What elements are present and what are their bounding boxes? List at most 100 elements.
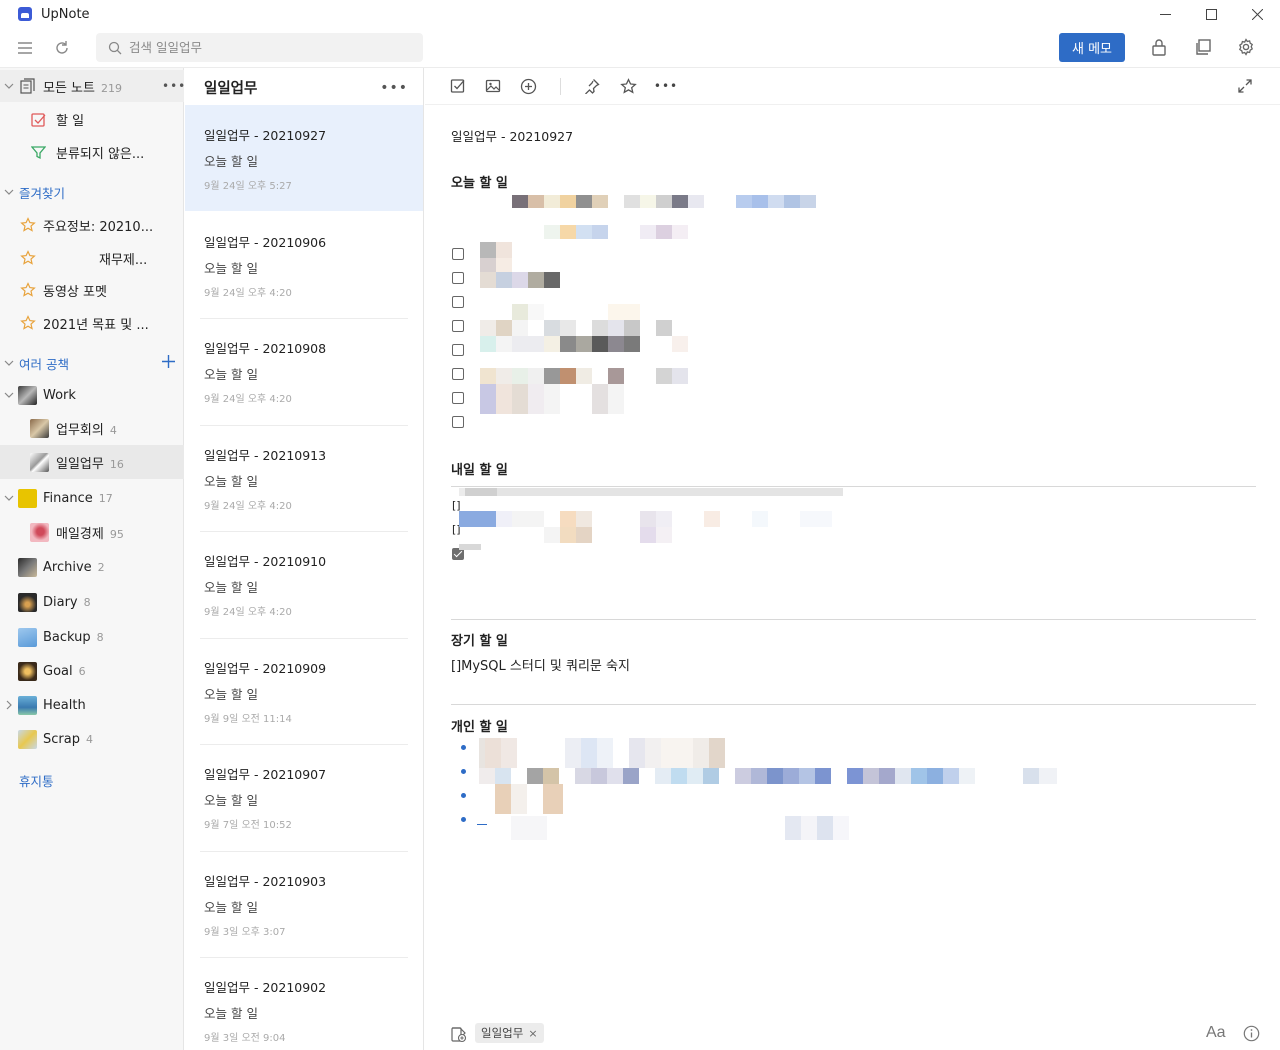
sidebar-item-finance[interactable]: Finance 17 bbox=[0, 482, 184, 514]
add-circle-icon[interactable] bbox=[519, 77, 537, 95]
new-window-icon[interactable] bbox=[1193, 37, 1213, 57]
sidebar-section-notebooks[interactable]: 여러 공책 bbox=[0, 347, 184, 379]
redacted-text bbox=[459, 544, 481, 550]
sidebar-item-daily-economy[interactable]: 매일경제 95 bbox=[0, 516, 184, 548]
link-text[interactable] bbox=[477, 813, 487, 825]
note-item[interactable]: 일일업무 - 20210906 오늘 할 일 9월 24일 오후 4:20 bbox=[185, 212, 423, 318]
note-item[interactable]: 일일업무 - 20210902 오늘 할 일 9월 3일 오전 9:04 bbox=[185, 957, 423, 1050]
sidebar-item-label: Work bbox=[43, 387, 76, 403]
lock-icon[interactable] bbox=[1149, 37, 1169, 57]
chevron-down-icon[interactable] bbox=[3, 80, 15, 92]
sidebar-item-meetings[interactable]: 업무회의 4 bbox=[0, 412, 184, 444]
star-icon bbox=[19, 314, 37, 332]
chevron-down-icon[interactable] bbox=[3, 492, 15, 504]
sidebar-item-favorite[interactable]: 주요정보: 20210... bbox=[0, 209, 184, 241]
font-settings-button[interactable]: Aa bbox=[1206, 1024, 1226, 1042]
redacted-text bbox=[480, 304, 640, 320]
sidebar-item-favorite[interactable]: 2021년 목표 및 ... bbox=[0, 307, 184, 339]
sidebar-item-all-notes[interactable]: 모든 노트 219 ••• bbox=[0, 70, 186, 102]
tag-chip[interactable]: 일일업무 × bbox=[475, 1023, 544, 1043]
note-item[interactable]: 일일업무 - 20210913 오늘 할 일 9월 24일 오후 4:20 bbox=[185, 425, 423, 531]
note-item[interactable]: 일일업무 - 20210908 오늘 할 일 9월 24일 오후 4:20 bbox=[185, 318, 423, 424]
sidebar-item-label: 주요정보: 20210... bbox=[43, 219, 154, 235]
sidebar-item-work[interactable]: Work bbox=[0, 379, 184, 411]
sidebar-item-label: 할 일 bbox=[56, 113, 85, 129]
close-button[interactable] bbox=[1234, 0, 1280, 28]
refresh-icon[interactable] bbox=[52, 38, 72, 58]
sidebar-item-favorite[interactable]: 동영상 포멧 bbox=[0, 274, 184, 306]
add-notebook-icon[interactable] bbox=[161, 354, 176, 373]
longterm-item[interactable]: []MySQL 스터디 및 쿼리문 숙지 bbox=[451, 655, 630, 674]
settings-gear-icon[interactable] bbox=[1236, 37, 1256, 57]
note-date: 9월 24일 오후 4:20 bbox=[204, 501, 292, 512]
more-options-icon[interactable]: ••• bbox=[654, 77, 677, 95]
remove-tag-icon[interactable]: × bbox=[528, 1027, 537, 1040]
note-item[interactable]: 일일업무 - 20210909 오늘 할 일 9월 9일 오전 11:14 bbox=[185, 638, 423, 744]
note-title: 일일업무 - 20210908 bbox=[204, 341, 327, 356]
sidebar-item-favorite[interactable]: 재무제... bbox=[0, 242, 184, 274]
note-snippet: 오늘 할 일 bbox=[204, 367, 258, 382]
checkbox-icon[interactable] bbox=[449, 77, 467, 95]
chevron-down-icon[interactable] bbox=[3, 186, 15, 198]
sidebar-item-label: 동영상 포멧 bbox=[43, 284, 107, 300]
sidebar-item-todo[interactable]: 할 일 bbox=[0, 103, 184, 135]
note-date: 9월 24일 오후 4:20 bbox=[204, 288, 292, 299]
notebook-thumbnail bbox=[18, 557, 37, 577]
filter-icon bbox=[29, 143, 47, 161]
note-title: 일일업무 - 20210910 bbox=[204, 554, 327, 569]
star-icon[interactable] bbox=[619, 77, 637, 95]
pin-icon[interactable] bbox=[583, 77, 601, 95]
sidebar-item-daily-work[interactable]: 일일업무 16 bbox=[0, 445, 184, 479]
note-item[interactable]: 일일업무 - 20210903 오늘 할 일 9월 3일 오후 3:07 bbox=[185, 851, 423, 957]
sidebar-item-scrap[interactable]: Scrap 4 bbox=[0, 723, 184, 755]
note-item[interactable]: 일일업무 - 20210927 오늘 할 일 9월 24일 오후 5:27 bbox=[185, 105, 423, 211]
sidebar-item-label: Goal 6 bbox=[43, 663, 86, 679]
search-input[interactable] bbox=[129, 40, 409, 55]
add-tag-icon[interactable] bbox=[450, 1026, 467, 1047]
more-options-icon[interactable]: ••• bbox=[380, 80, 408, 96]
search-box[interactable] bbox=[96, 33, 423, 62]
sidebar-item-health[interactable]: Health bbox=[0, 689, 184, 721]
maximize-button[interactable] bbox=[1188, 0, 1234, 28]
todo-checkbox[interactable] bbox=[452, 344, 464, 356]
note-title[interactable]: 일일업무 - 20210927 bbox=[451, 126, 573, 145]
todo-checkbox[interactable] bbox=[452, 296, 464, 308]
divider bbox=[451, 619, 1256, 620]
note-item[interactable]: 일일업무 - 20210910 오늘 할 일 9월 24일 오후 4:20 bbox=[185, 531, 423, 637]
chevron-down-icon[interactable] bbox=[3, 357, 15, 369]
minimize-button[interactable] bbox=[1142, 0, 1188, 28]
sidebar-item-label: 일일업무 16 bbox=[56, 456, 124, 472]
sidebar-item-label: Finance 17 bbox=[43, 490, 113, 506]
sidebar-item-trash[interactable]: 휴지통 bbox=[0, 764, 184, 796]
info-icon[interactable] bbox=[1243, 1025, 1260, 1046]
note-date: 9월 24일 오후 4:20 bbox=[204, 394, 292, 405]
notes-icon bbox=[18, 77, 36, 95]
upnote-logo-icon bbox=[18, 7, 32, 21]
section-title: 즐겨찾기 bbox=[19, 185, 66, 201]
todo-checkbox[interactable] bbox=[452, 248, 464, 260]
todo-checkbox[interactable] bbox=[452, 368, 464, 380]
redacted-text bbox=[511, 816, 547, 840]
sidebar-item-archive[interactable]: Archive 2 bbox=[0, 551, 184, 583]
chevron-right-icon[interactable] bbox=[3, 699, 15, 711]
sidebar-item-uncategorized[interactable]: 분류되지 않은... bbox=[0, 136, 184, 168]
todo-checkbox[interactable] bbox=[452, 392, 464, 404]
sidebar-item-diary[interactable]: Diary 8 bbox=[0, 586, 184, 618]
note-item[interactable]: 일일업무 - 20210907 오늘 할 일 9월 7일 오전 10:52 bbox=[185, 744, 423, 850]
section-title: 여러 공책 bbox=[19, 356, 69, 372]
todo-checkbox[interactable] bbox=[452, 416, 464, 428]
chevron-down-icon[interactable] bbox=[3, 389, 15, 401]
menu-icon[interactable] bbox=[15, 38, 35, 58]
sidebar-section-favorites[interactable]: 즐겨찾기 bbox=[0, 176, 184, 208]
redacted-text bbox=[480, 368, 688, 384]
image-icon[interactable] bbox=[484, 77, 502, 95]
redacted-text bbox=[785, 816, 849, 840]
todo-checkbox[interactable] bbox=[452, 272, 464, 284]
todo-checkbox[interactable] bbox=[452, 320, 464, 332]
more-options-icon[interactable]: ••• bbox=[162, 79, 186, 93]
new-memo-button[interactable]: 새 메모 bbox=[1059, 33, 1125, 62]
note-title: 일일업무 - 20210913 bbox=[204, 448, 327, 463]
expand-icon[interactable] bbox=[1236, 77, 1254, 95]
sidebar-item-goal[interactable]: Goal 6 bbox=[0, 655, 184, 687]
sidebar-item-backup[interactable]: Backup 8 bbox=[0, 621, 184, 653]
